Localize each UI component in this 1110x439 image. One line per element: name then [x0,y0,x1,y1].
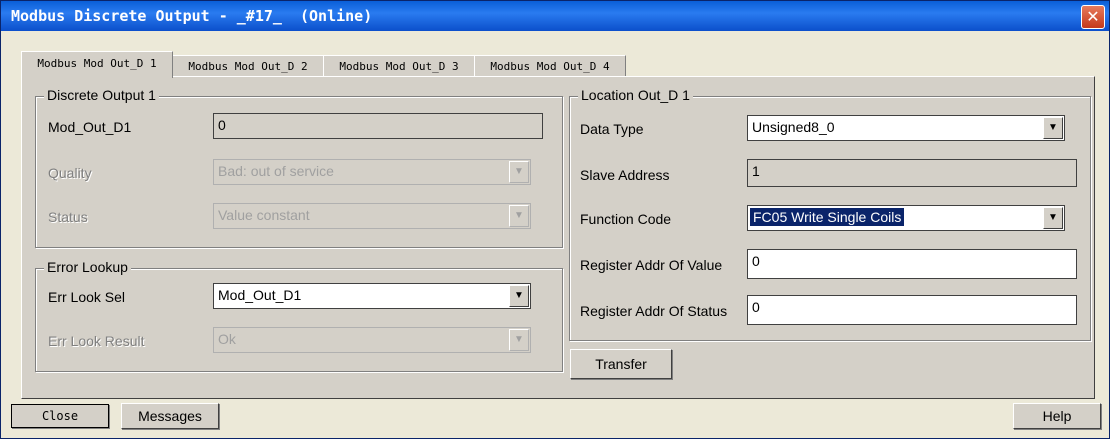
dialog-window: Modbus Discrete Output - _#17_ (Online) … [0,0,1110,439]
close-window-button[interactable]: ✕ [1081,5,1105,29]
register-addr-status-input[interactable]: 0 [747,295,1077,325]
status-dropdown: Value constant ▼ [213,203,531,229]
messages-button[interactable]: Messages [121,403,219,429]
data-type-dropdown[interactable]: Unsigned8_0 ▼ [747,115,1065,141]
error-lookup-group-title: Error Lookup [44,259,131,275]
transfer-button[interactable]: Transfer [570,349,672,379]
err-look-sel-label: Err Look Sel [48,289,126,305]
err-look-result-dropdown: Ok ▼ [213,327,531,353]
quality-label: Quality [48,165,92,181]
tab-panel: Discrete Output 1 Mod_Out_D1 0 Quality B… [21,76,1095,399]
function-code-value: FC05 Write Single Coils [750,208,905,226]
tab-mod-out-d2[interactable]: Modbus Mod Out_D 2 [172,55,324,77]
dropdown-arrow-icon: ▼ [509,161,529,183]
dropdown-arrow-icon[interactable]: ▼ [1043,207,1063,229]
err-look-sel-dropdown[interactable]: Mod_Out_D1 ▼ [213,283,531,309]
close-button[interactable]: Close [11,404,109,428]
register-addr-status-label: Register Addr Of Status [580,303,728,319]
mod-out-field[interactable]: 0 [213,113,543,139]
register-addr-value-label: Register Addr Of Value [580,257,723,273]
error-lookup-group: Error Lookup Err Look Sel Mod_Out_D1 ▼ E… [35,259,563,372]
register-addr-value-input[interactable]: 0 [747,249,1077,279]
title-bar[interactable]: Modbus Discrete Output - _#17_ (Online) … [1,1,1109,31]
dropdown-arrow-icon[interactable]: ▼ [1043,117,1063,139]
err-look-result-label: Err Look Result [48,333,145,349]
quality-dropdown: Bad: out of service ▼ [213,159,531,185]
status-label: Status [48,209,88,225]
dropdown-arrow-icon: ▼ [509,329,529,351]
window-title: Modbus Discrete Output - _#17_ (Online) [11,7,373,25]
err-look-result-value: Ok [218,331,236,347]
tab-mod-out-d3[interactable]: Modbus Mod Out_D 3 [323,55,475,77]
err-look-sel-value: Mod_Out_D1 [218,287,302,303]
help-button[interactable]: Help [1013,403,1101,429]
data-type-value: Unsigned8_0 [752,119,835,135]
dropdown-arrow-icon[interactable]: ▼ [509,285,529,307]
function-code-dropdown[interactable]: FC05 Write Single Coils ▼ [747,205,1065,231]
status-value: Value constant [218,207,310,223]
slave-address-label: Slave Address [580,167,670,183]
location-group: Location Out_D 1 Data Type Unsigned8_0 ▼… [569,87,1091,341]
discrete-output-group-title: Discrete Output 1 [44,87,159,103]
dropdown-arrow-icon: ▼ [509,205,529,227]
data-type-label: Data Type [580,121,644,137]
tab-mod-out-d1[interactable]: Modbus Mod Out_D 1 [21,51,173,78]
close-icon: ✕ [1086,7,1100,26]
tab-mod-out-d4[interactable]: Modbus Mod Out_D 4 [474,55,626,77]
mod-out-label: Mod_Out_D1 [48,119,132,135]
quality-value: Bad: out of service [218,163,334,179]
discrete-output-group: Discrete Output 1 Mod_Out_D1 0 Quality B… [35,87,563,248]
function-code-label: Function Code [580,211,672,227]
slave-address-field[interactable]: 1 [747,159,1077,187]
location-group-title: Location Out_D 1 [578,87,693,103]
